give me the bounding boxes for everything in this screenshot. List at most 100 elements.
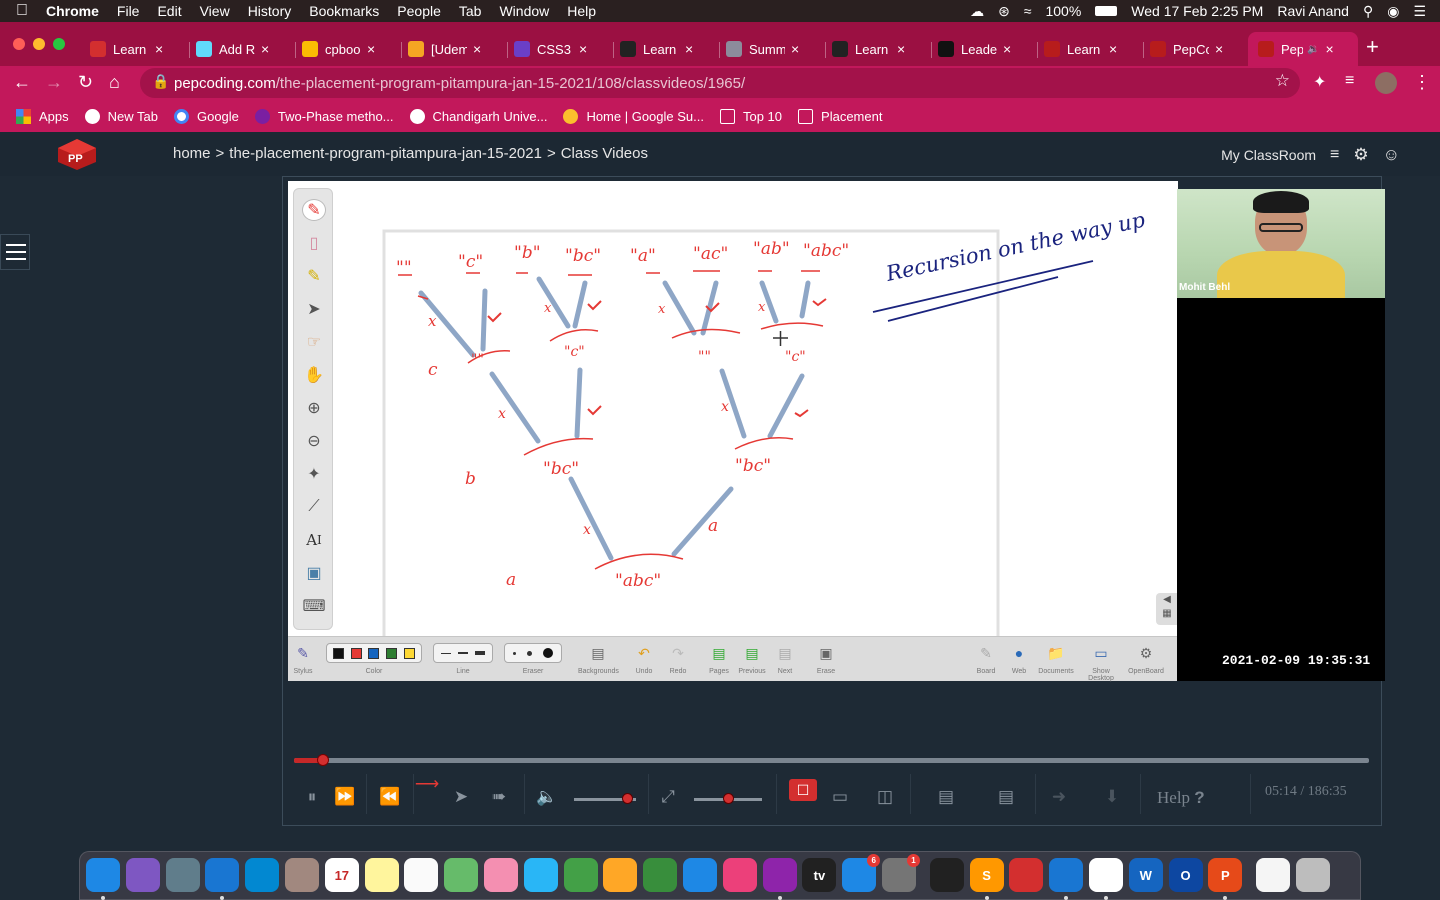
my-classroom-link[interactable]: My ClassRoom	[1221, 147, 1316, 163]
menu-help[interactable]: Help	[567, 3, 596, 19]
show-desktop-icon[interactable]: ▭	[1090, 643, 1112, 663]
zoom-out-icon[interactable]: ⊖	[302, 430, 326, 452]
preview-icon[interactable]	[245, 858, 280, 892]
home-icon[interactable]: ⌂	[109, 72, 120, 93]
reminders-icon[interactable]	[404, 858, 439, 892]
split-view-icon[interactable]: ◫	[871, 785, 899, 809]
laser-pointer-icon[interactable]: ✦	[302, 463, 326, 485]
close-tab-icon[interactable]: ×	[155, 41, 163, 57]
next-page-icon[interactable]: ▤	[774, 643, 796, 663]
bookmark-top-10[interactable]: Top 10	[719, 108, 782, 124]
board-mode-icon[interactable]: ✎	[975, 643, 997, 663]
eraser-small-option[interactable]	[513, 651, 517, 655]
browser-tab[interactable]: Add Re ×	[196, 36, 292, 62]
board-side-panel-toggle[interactable]: ◀ ▦	[1156, 593, 1178, 625]
undo-icon[interactable]: ↶	[633, 643, 655, 663]
photos-icon[interactable]	[484, 858, 518, 892]
color-swatch-red[interactable]	[350, 647, 362, 659]
browser-tab[interactable]: [Udem ×	[408, 36, 504, 62]
pan-hand-icon[interactable]: ✋	[302, 364, 326, 386]
line-width-picker[interactable]	[433, 643, 493, 663]
video-progress-bar[interactable]	[294, 754, 1369, 766]
pages-icon[interactable]: ▤	[708, 643, 730, 663]
pages-icon[interactable]	[603, 858, 638, 892]
menu-window[interactable]: Window	[499, 3, 549, 19]
presenter-card-icon[interactable]: ☐	[789, 779, 817, 801]
breadcrumb-program[interactable]: the-placement-program-pitampura-jan-15-2…	[229, 145, 542, 162]
lock-icon[interactable]: 🔒	[152, 73, 169, 90]
tab-active[interactable]: Pep 🔉 ×	[1248, 32, 1358, 66]
bookmark-two-phase[interactable]: Two-Phase metho...	[254, 108, 394, 124]
bookmark-google-sites[interactable]: Home | Google Su...	[563, 108, 704, 124]
help-button[interactable]: Help ?	[1157, 788, 1205, 808]
browser-tab[interactable]: Leader ×	[938, 36, 1034, 62]
text-tool-icon[interactable]: AI	[302, 529, 326, 551]
battery-icon[interactable]	[1095, 6, 1118, 16]
facetime-icon[interactable]	[563, 858, 598, 892]
previous-page-icon[interactable]: ▤	[741, 643, 763, 663]
play-icon[interactable]: ⏩	[331, 785, 359, 809]
numbers-icon[interactable]	[643, 858, 678, 892]
sidebar-toggle-button[interactable]	[0, 234, 30, 270]
cloud-icon[interactable]: ☁	[970, 3, 984, 20]
wifi-icon[interactable]: ≈	[1024, 3, 1032, 19]
address-bar[interactable]: 🔒 pepcoding.com/the-placement-program-pi…	[140, 68, 1300, 98]
user-icon[interactable]: ☺	[1383, 145, 1400, 165]
close-tab-icon[interactable]: ×	[473, 41, 481, 57]
arrow-right-icon[interactable]: ➜	[1045, 785, 1073, 809]
menu-view[interactable]: View	[200, 3, 230, 19]
close-tab-icon[interactable]: ×	[261, 41, 269, 57]
profile-avatar[interactable]	[1375, 72, 1397, 94]
arrow-down-icon[interactable]: ⬇	[1098, 785, 1126, 809]
keynote-icon[interactable]	[683, 858, 717, 892]
bookmark-new-tab[interactable]: New Tab	[84, 108, 158, 124]
chrome-menu-icon[interactable]: ⋮	[1413, 72, 1431, 93]
siri-icon[interactable]	[125, 858, 160, 892]
music-icon[interactable]	[722, 858, 757, 892]
gear-icon[interactable]: ⚙	[1353, 145, 1368, 165]
sublime-text-icon[interactable]: S	[969, 858, 1004, 892]
stylus-icon[interactable]: ✎	[292, 643, 314, 663]
close-tab-icon[interactable]: ×	[367, 41, 375, 57]
browser-tab[interactable]: cpbook ×	[302, 36, 398, 62]
menu-tab[interactable]: Tab	[459, 3, 482, 19]
volume-knob[interactable]	[621, 793, 633, 804]
spotlight-search-icon[interactable]: ⚲	[1363, 3, 1373, 20]
fullscreen-expand-icon[interactable]: ⤢	[654, 785, 682, 809]
color-swatch-black[interactable]	[333, 647, 345, 659]
select-pointer-icon[interactable]: ➤	[302, 298, 326, 320]
backgrounds-icon[interactable]: ▤	[587, 643, 609, 663]
messages-icon[interactable]	[523, 858, 558, 892]
menu-file[interactable]: File	[117, 3, 140, 19]
notes-icon[interactable]	[364, 858, 399, 892]
siri-icon[interactable]: ◉	[1387, 3, 1399, 20]
pen-tool-icon[interactable]: ✎	[302, 199, 326, 221]
menu-people[interactable]: People	[397, 3, 441, 19]
close-tab-icon[interactable]: ×	[1325, 41, 1333, 57]
back-arrow-icon[interactable]: ←	[13, 72, 31, 93]
new-tab-button[interactable]: +	[1366, 34, 1379, 60]
zoom-in-icon[interactable]: ⊕	[302, 397, 326, 419]
capture-tool-icon[interactable]: ▣	[302, 562, 326, 584]
eraser-large-option[interactable]	[542, 648, 553, 658]
fast-forward-icon[interactable]: ➠	[485, 785, 513, 809]
extensions-puzzle-icon[interactable]: ✦	[1313, 72, 1326, 92]
close-tab-icon[interactable]: ×	[579, 41, 587, 57]
close-tab-icon[interactable]: ×	[1109, 41, 1117, 57]
pepcoding-logo-icon[interactable]: PP	[56, 137, 98, 171]
bookmark-google[interactable]: Google	[173, 108, 239, 124]
color-picker[interactable]	[326, 643, 422, 663]
system-preferences-icon[interactable]: 1	[882, 854, 920, 892]
contacts-icon[interactable]	[285, 858, 319, 892]
web-globe-icon[interactable]: ●	[1008, 643, 1030, 663]
close-window-button[interactable]	[13, 38, 25, 50]
close-tab-icon[interactable]: ×	[1003, 41, 1011, 57]
acrobat-icon[interactable]	[1009, 858, 1044, 892]
vscode-icon[interactable]	[1049, 858, 1084, 892]
interact-hand-icon[interactable]: ☞	[302, 331, 326, 353]
bluetooth-icon[interactable]: ⊛	[998, 3, 1010, 20]
menu-app-name[interactable]: Chrome	[46, 3, 99, 19]
erase-board-icon[interactable]: ▣	[815, 643, 837, 663]
skip-back-icon[interactable]: ⟶	[413, 772, 441, 796]
eraser-tool-icon[interactable]: ▯	[302, 232, 326, 254]
